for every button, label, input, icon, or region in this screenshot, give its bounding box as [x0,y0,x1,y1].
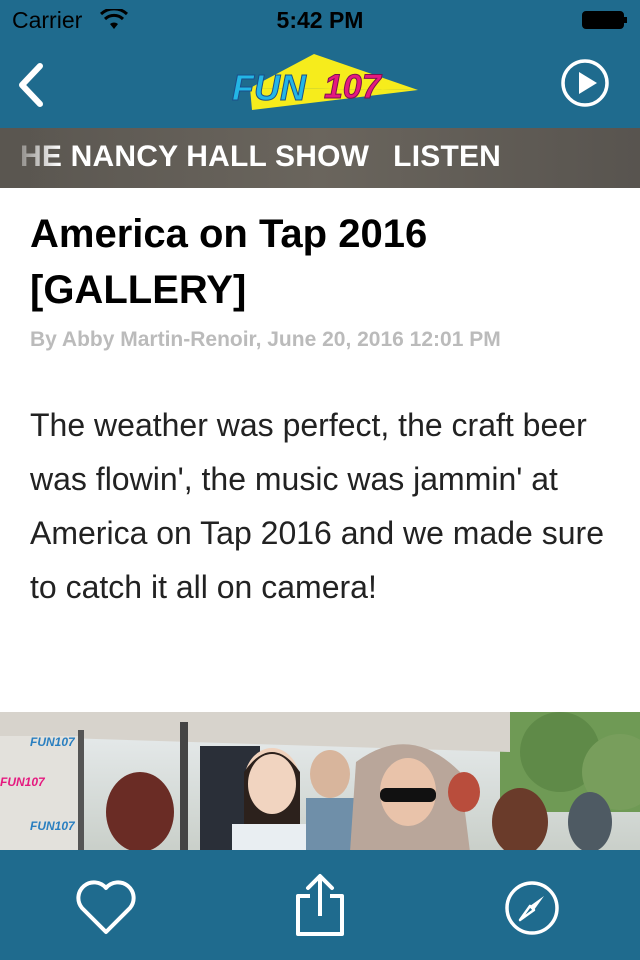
battery-icon [582,11,627,29]
svg-text:FUN107: FUN107 [0,775,46,789]
compass-icon[interactable] [504,880,560,936]
station-logo: FUN 107 [232,54,418,110]
svg-text:FUN107: FUN107 [30,819,76,833]
article-byline: By Abby Martin-Renoir, June 20, 2016 12:… [30,328,501,351]
back-button[interactable] [14,62,48,108]
article-title: America on Tap 2016 [GALLERY] [30,212,428,312]
ticker-show-name: HE NANCY HALL SHOW [20,140,370,173]
ticker-fade [0,128,60,188]
play-button[interactable] [560,58,610,108]
now-playing-ticker[interactable]: HE NANCY HALL SHOW LISTEN [0,128,640,188]
heart-icon[interactable] [74,878,138,936]
share-icon[interactable] [292,872,348,938]
status-time: 5:42 PM [276,7,364,33]
article-body: The weather was perfect, the craft beer … [30,407,604,605]
svg-text:FUN107: FUN107 [30,735,76,749]
tab-bar [0,850,640,960]
gallery-photo[interactable]: FUN107 FUN107 FUN107 [0,712,640,852]
nav-bar: FUN 107 [0,40,640,128]
status-bar: Carrier 5:42 PM [0,0,640,40]
ticker-listen-label[interactable]: LISTEN [393,140,501,173]
svg-text:107: 107 [324,68,383,106]
svg-text:FUN: FUN [232,67,307,108]
